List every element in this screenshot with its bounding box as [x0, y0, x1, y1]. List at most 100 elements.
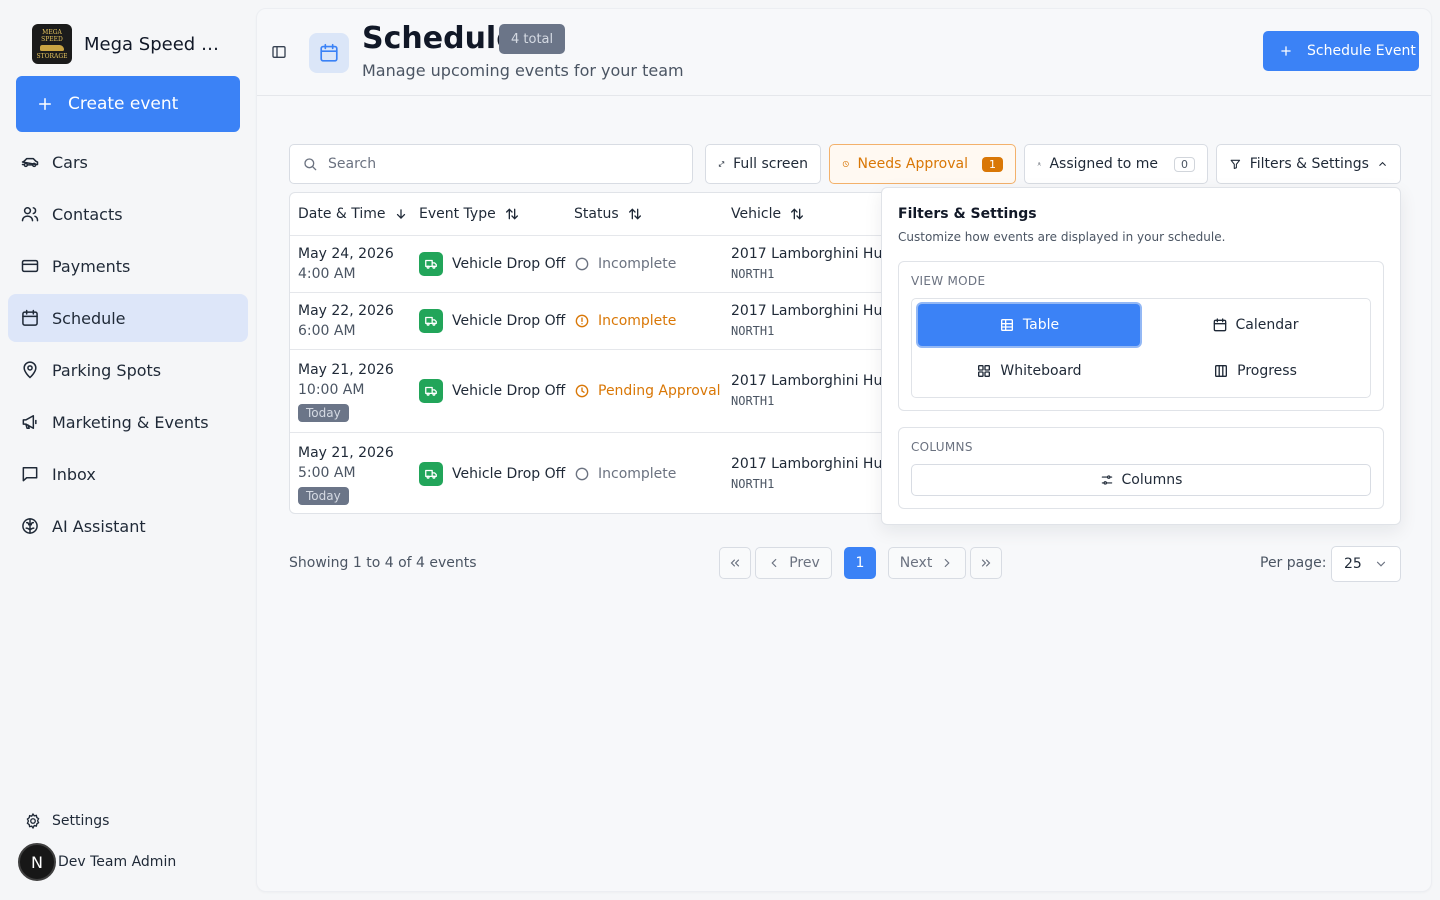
sidebar-item-cars[interactable]: Cars [8, 138, 248, 186]
clock-icon [575, 384, 589, 397]
chevrons-right-icon [981, 559, 991, 567]
event-date: May 24, 2026 [298, 245, 394, 262]
user-menu[interactable]: N Dev Team Admin [18, 843, 176, 881]
arrow-down-icon [396, 209, 405, 219]
sidebar-item-ai-assistant[interactable]: AI Assistant [8, 502, 248, 550]
sidebar-nav: Cars Contacts Payments Schedule Parking … [8, 138, 248, 554]
plus-icon [1281, 46, 1291, 56]
main-panel: Schedule 4 total Manage upcoming events … [256, 8, 1432, 892]
prev-label: Prev [789, 555, 820, 571]
last-page-button[interactable] [970, 547, 1002, 579]
clock-icon [842, 161, 849, 167]
search-input[interactable] [328, 156, 668, 172]
sidebar-item-parking-spots[interactable]: Parking Spots [8, 346, 248, 394]
sidebar-item-label: Cars [52, 152, 88, 172]
column-header-status[interactable]: Status [566, 193, 723, 236]
view-mode-table[interactable]: Table [918, 304, 1140, 346]
chevrons-left-icon [730, 559, 740, 567]
calendar-icon [1213, 318, 1226, 332]
view-mode-progress[interactable]: Progress [1144, 350, 1366, 392]
filters-settings-button[interactable]: Filters & Settings [1216, 144, 1401, 184]
plus-icon [39, 98, 51, 110]
create-event-label: Create event [68, 94, 179, 114]
avatar: N [18, 843, 56, 881]
page-number-button[interactable]: 1 [844, 547, 876, 579]
popover-subtitle: Customize how events are displayed in yo… [898, 230, 1226, 244]
logo-text-bottom: STORAGE [36, 52, 68, 60]
status-cell: Incomplete [566, 432, 723, 513]
columns-button[interactable]: Columns [911, 464, 1371, 496]
table-row[interactable]: May 22, 2026 6:00 AM Vehicle Drop Off In… [290, 292, 928, 350]
event-type-cell: Vehicle Drop Off [411, 235, 566, 293]
status-label: Incomplete [598, 255, 677, 272]
chevron-left-icon [771, 558, 777, 568]
event-date: May 21, 2026 [298, 361, 394, 378]
next-label: Next [899, 555, 933, 571]
assigned-to-me-filter[interactable]: Assigned to me 0 [1024, 144, 1208, 184]
brand[interactable]: MEGA SPEED STORAGE Mega Speed Storage [32, 24, 226, 64]
sidebar-item-label: Marketing & Events [52, 412, 209, 432]
needs-approval-filter[interactable]: Needs Approval 1 [829, 144, 1016, 184]
sidebar-toggle-button[interactable] [271, 44, 287, 60]
table-row[interactable]: May 24, 2026 4:00 AM Vehicle Drop Off In… [290, 235, 928, 293]
page-icon-badge [309, 33, 349, 73]
columns-section: COLUMNS Columns [898, 427, 1384, 509]
needs-approval-count: 1 [982, 156, 1003, 172]
page-title: Schedule [362, 21, 517, 56]
expand-icon [718, 161, 725, 167]
sidebar-item-contacts[interactable]: Contacts [8, 190, 248, 238]
filters-settings-popover: Filters & Settings Customize how events … [881, 187, 1401, 525]
date-time-cell: May 21, 2026 10:00 AM Today [290, 349, 411, 433]
columns-icon [1215, 365, 1228, 377]
sidebar-item-marketing-events[interactable]: Marketing & Events [8, 398, 248, 446]
table-row[interactable]: May 21, 2026 5:00 AM Today Vehicle Drop … [290, 432, 928, 513]
column-header-date[interactable]: Date & Time [290, 193, 411, 236]
prev-page-button[interactable]: Prev [755, 547, 832, 579]
per-page-select[interactable]: 25 [1331, 546, 1401, 582]
chevron-up-icon [1379, 161, 1386, 166]
column-header-label: Status [574, 205, 619, 222]
events-table: Date & Time Event Type Status Vehicle Ma… [289, 192, 929, 514]
status-label: Incomplete [598, 312, 677, 329]
calendar-icon [22, 309, 38, 326]
search-box[interactable] [289, 144, 693, 184]
sidebar-item-payments[interactable]: Payments [8, 242, 248, 290]
event-type-label: Vehicle Drop Off [452, 255, 566, 272]
event-date: May 21, 2026 [298, 444, 394, 461]
column-header-event-type[interactable]: Event Type [411, 193, 566, 236]
sidebar-item-label: Schedule [52, 308, 126, 328]
truck-icon [419, 461, 443, 486]
event-type-label: Vehicle Drop Off [452, 382, 566, 399]
popover-title: Filters & Settings [898, 206, 1037, 222]
circle-icon [575, 257, 589, 270]
view-mode-section: VIEW MODE Table Calendar Whiteboard Prog… [898, 261, 1384, 411]
sidebar-item-schedule[interactable]: Schedule [8, 294, 248, 342]
columns-heading: COLUMNS [911, 440, 973, 454]
date-time-cell: May 22, 2026 6:00 AM [290, 292, 411, 350]
event-time: 5:00 AM [298, 464, 356, 481]
sidebar-settings-link[interactable]: Settings [24, 812, 109, 830]
grid-icon [978, 365, 991, 377]
filters-settings-label: Filters & Settings [1249, 156, 1369, 172]
sliders-icon [1101, 475, 1112, 485]
event-type-label: Vehicle Drop Off [452, 465, 566, 482]
truck-icon [419, 251, 443, 276]
view-mode-whiteboard[interactable]: Whiteboard [918, 350, 1140, 392]
first-page-button[interactable] [719, 547, 751, 579]
full-screen-button[interactable]: Full screen [705, 144, 821, 184]
schedule-event-button[interactable]: Schedule Event [1263, 31, 1419, 71]
create-event-button[interactable]: Create event [16, 76, 240, 132]
status-cell: Incomplete [566, 292, 723, 350]
view-mode-calendar[interactable]: Calendar [1144, 304, 1366, 346]
view-mode-label: Whiteboard [1000, 363, 1082, 379]
sidebar-item-inbox[interactable]: Inbox [8, 450, 248, 498]
brand-logo: MEGA SPEED STORAGE [32, 24, 72, 64]
settings-label: Settings [52, 813, 110, 829]
table-header-row: Date & Time Event Type Status Vehicle [290, 193, 928, 236]
needs-approval-label: Needs Approval [857, 156, 968, 172]
column-header-label: Event Type [419, 205, 496, 222]
next-page-button[interactable]: Next [888, 547, 966, 579]
table-row[interactable]: May 21, 2026 10:00 AM Today Vehicle Drop… [290, 349, 928, 433]
table-icon [1000, 319, 1013, 331]
status-cell: Pending Approval [566, 349, 723, 433]
